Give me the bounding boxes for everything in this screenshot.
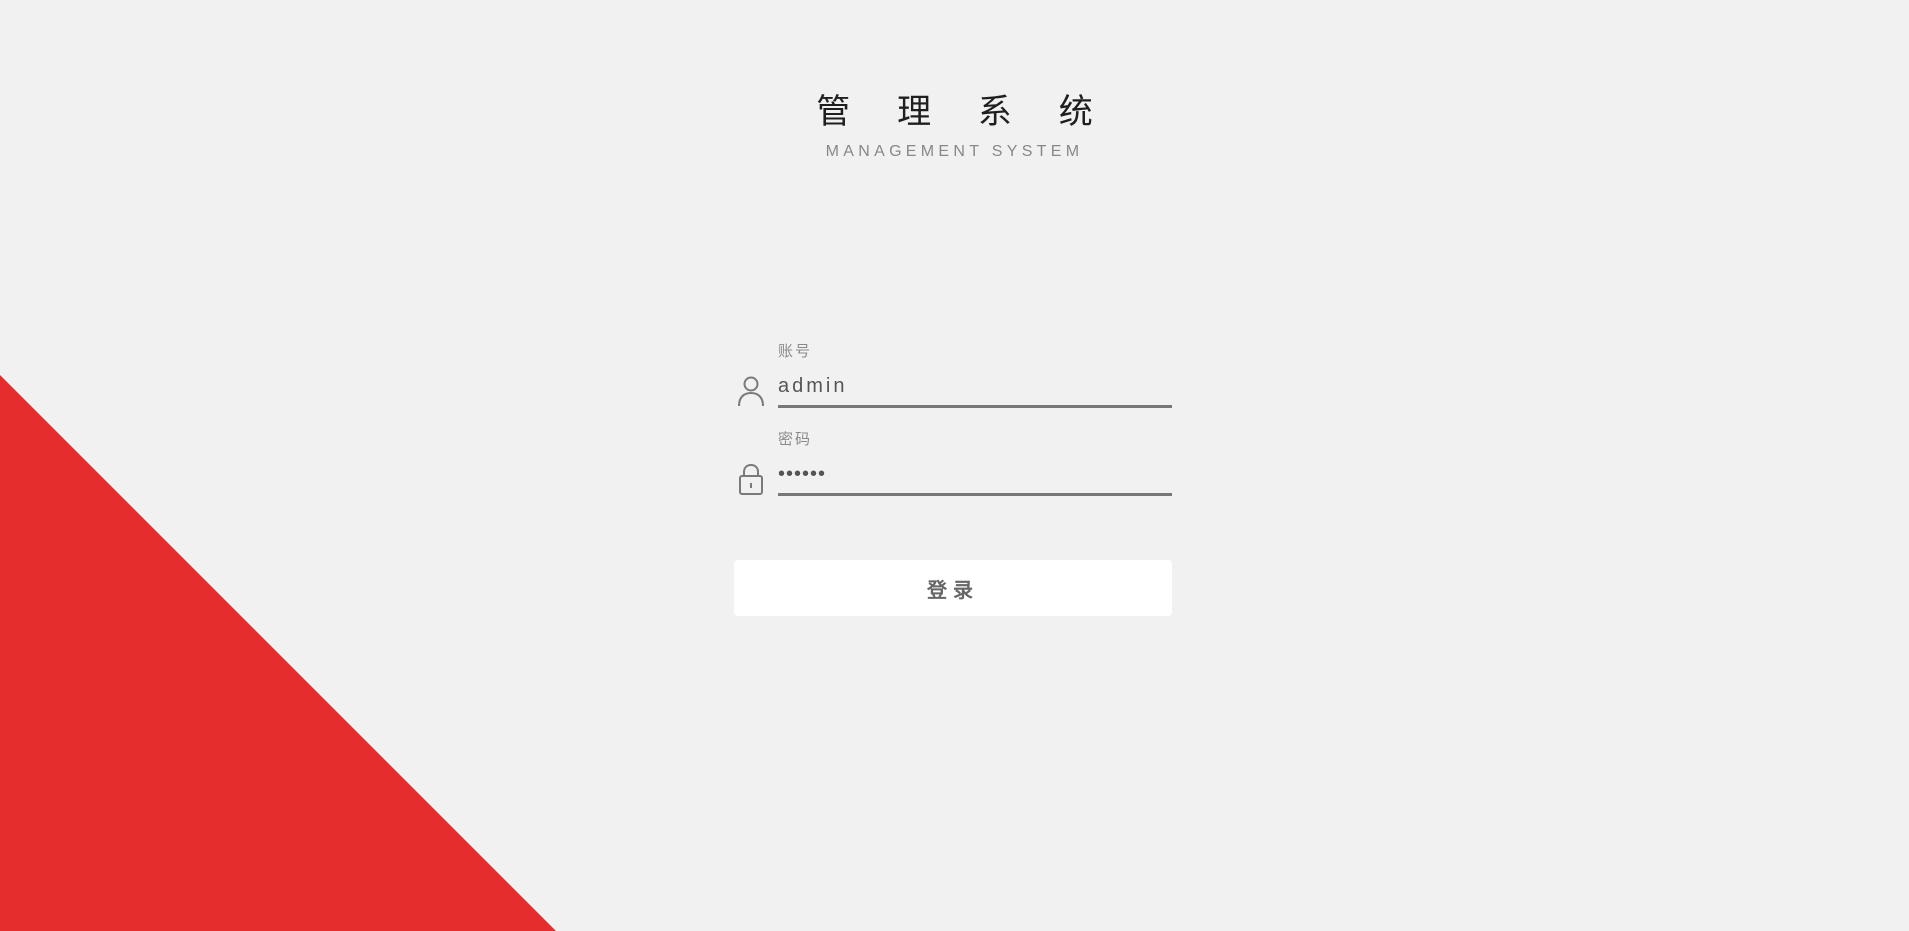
account-label: 账号 [778, 342, 813, 360]
password-label: 密码 [778, 430, 813, 448]
page-title: 管 理 系 统 [816, 92, 1111, 132]
lock-icon [739, 463, 763, 495]
user-icon [738, 376, 764, 407]
login-button[interactable]: 登录 [734, 560, 1172, 616]
page-subtitle: MANAGEMENT SYSTEM [825, 143, 1084, 160]
account-input[interactable] [778, 368, 1172, 408]
title-block: 管 理 系 统 MANAGEMENT SYSTEM [0, 88, 1909, 162]
login-form: 账号 密码 [734, 338, 1172, 514]
password-field: 密码 [734, 426, 1172, 514]
account-field: 账号 [734, 338, 1172, 426]
login-page: 管 理 系 统 MANAGEMENT SYSTEM 账号 密码 登录 [0, 0, 1909, 931]
password-input[interactable] [778, 456, 1172, 496]
